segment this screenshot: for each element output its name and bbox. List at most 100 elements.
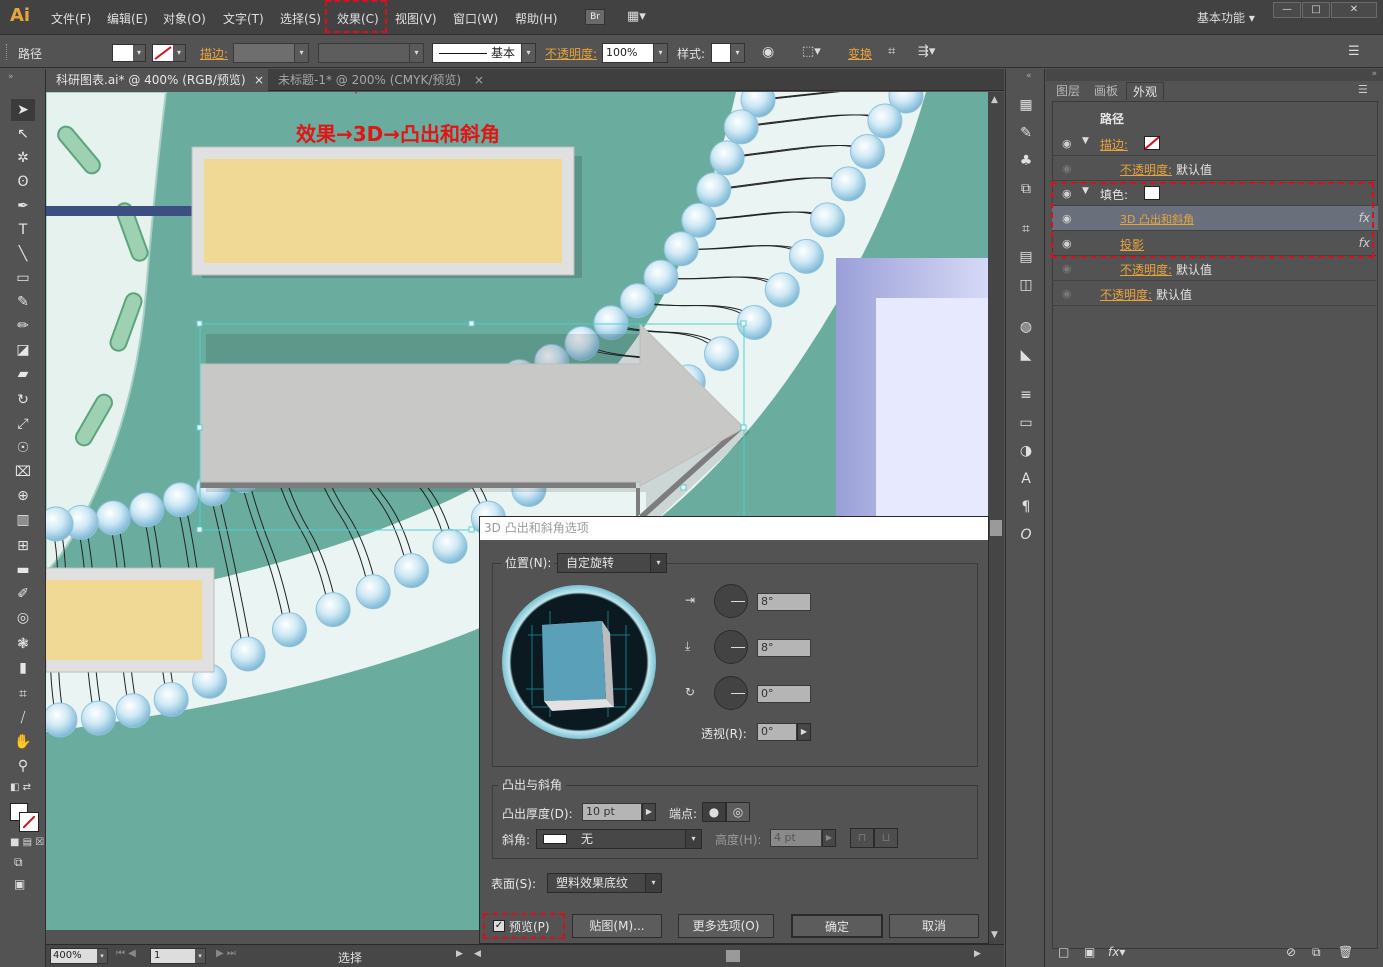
color-guide-icon[interactable]: ◍ <box>1016 317 1036 337</box>
perspective-grid-tool-icon[interactable]: ▥ <box>11 509 35 531</box>
perspective-slider-arrow[interactable]: ▶ <box>797 723 811 741</box>
eraser-tool-icon[interactable]: ▰ <box>11 363 35 385</box>
first-page-icon[interactable]: ⏮ ◀ <box>116 948 136 959</box>
tab-appearance[interactable]: 外观 <box>1126 82 1165 100</box>
rotate-tool-icon[interactable]: ↻ <box>11 389 35 411</box>
bevel-out-button[interactable]: ⊓ <box>850 828 874 848</box>
cancel-button[interactable]: 取消 <box>889 914 979 938</box>
line-tool-icon[interactable]: ╲ <box>11 243 35 265</box>
shape-builder-tool-icon[interactable]: ⊕ <box>11 485 35 507</box>
rotate-z-field[interactable]: 0° <box>757 685 811 703</box>
collapse-arrows-icon[interactable]: » <box>8 72 14 82</box>
variable-width-dropdown[interactable]: ▾ <box>318 43 424 63</box>
disclosure-triangle-icon[interactable]: ▼ <box>1082 136 1089 146</box>
ok-button[interactable]: 确定 <box>791 914 883 938</box>
pencil-tool-icon[interactable]: ✏ <box>11 315 35 337</box>
vertical-scrollbar[interactable]: ▲ ▼ <box>988 92 1004 944</box>
stroke-row-swatch[interactable] <box>1144 136 1160 150</box>
tab-document-1[interactable]: 科研图表.ai* @ 400% (RGB/预览) × <box>46 69 268 91</box>
collapse-arrows-icon[interactable]: « <box>1026 71 1032 81</box>
envelope-icon[interactable]: ⇶▾ <box>918 44 935 59</box>
slice-tool-icon[interactable]: ⧸ <box>11 707 35 729</box>
rotate-x-dial[interactable] <box>714 584 748 618</box>
extrude-depth-field[interactable]: 10 pt <box>582 803 642 821</box>
type-tool-icon[interactable]: T <box>11 219 35 241</box>
clear-appearance-icon[interactable]: ⊘ <box>1286 945 1296 959</box>
transform-label[interactable]: 变换 <box>848 45 872 62</box>
graphic-style-swatch[interactable]: ▾ <box>711 43 745 63</box>
artboard-tool-icon[interactable]: ⌗ <box>11 683 35 705</box>
character-icon[interactable]: A <box>1016 469 1036 489</box>
gradient-tool-icon[interactable]: ▬ <box>11 559 35 581</box>
expand-arrows-icon[interactable]: » <box>1371 69 1377 79</box>
menu-object[interactable]: 对象(O) <box>163 10 206 27</box>
menu-select[interactable]: 选择(S) <box>280 10 321 27</box>
rotate-x-field[interactable]: 8° <box>757 593 811 611</box>
graphic-styles-icon[interactable]: ⧉ <box>1016 179 1036 199</box>
stroke-opacity-row[interactable]: ◉ 不透明度: 默认值 <box>1052 156 1378 181</box>
bridge-button[interactable]: Br <box>585 9 605 25</box>
color-icon[interactable]: ◣ <box>1016 345 1036 365</box>
rotation-track-cube[interactable] <box>502 585 656 739</box>
close-window-button[interactable]: ✕ <box>1331 2 1377 18</box>
minimize-button[interactable]: — <box>1273 2 1301 18</box>
object-opacity-row[interactable]: ◉ 不透明度: 默认值 <box>1052 281 1378 306</box>
bevel-in-button[interactable]: ⊔ <box>874 828 898 848</box>
column-graph-tool-icon[interactable]: ▮ <box>11 657 35 679</box>
rotate-y-dial[interactable] <box>714 630 748 664</box>
pathfinder-icon[interactable]: ◫ <box>1016 275 1036 295</box>
eyedropper-tool-icon[interactable]: ✐ <box>11 583 35 605</box>
tab-artboards[interactable]: 画板 <box>1088 82 1124 100</box>
menu-window[interactable]: 窗口(W) <box>453 10 498 27</box>
cap-off-button[interactable]: ◎ <box>726 802 750 822</box>
eye-icon[interactable]: ◉ <box>1062 262 1072 275</box>
warp-tool-icon[interactable]: ☉ <box>11 437 35 459</box>
page-field[interactable]: 1 ▾ <box>150 948 206 964</box>
position-dropdown[interactable]: 自定旋转 ▾ <box>557 553 667 573</box>
stroke-panel-icon[interactable]: ≡ <box>1016 385 1036 405</box>
add-stroke-icon[interactable]: □ <box>1058 945 1069 959</box>
rectangle-tool-icon[interactable]: ▭ <box>11 267 35 289</box>
paintbrush-tool-icon[interactable]: ✎ <box>11 291 35 313</box>
lasso-tool-icon[interactable]: ʘ <box>11 171 35 193</box>
swatches-icon[interactable]: ▦ <box>1016 95 1036 115</box>
tab-layers[interactable]: 图层 <box>1050 82 1086 100</box>
status-menu-icon[interactable]: ▶ <box>456 949 463 959</box>
maximize-button[interactable]: □ <box>1302 2 1330 18</box>
stroke-row[interactable]: ◉ ▼ 描边: <box>1052 131 1378 156</box>
symbols-icon[interactable]: ♣ <box>1016 151 1036 171</box>
default-colors-icon[interactable]: ◧ ⇄ <box>10 782 31 793</box>
menu-help[interactable]: 帮助(H) <box>515 10 557 27</box>
menu-view[interactable]: 视图(V) <box>395 10 437 27</box>
blend-tool-icon[interactable]: ◎ <box>11 607 35 629</box>
zoom-tool-icon[interactable]: ⚲ <box>11 755 35 777</box>
eye-icon[interactable]: ◉ <box>1062 162 1072 175</box>
scroll-thumb[interactable] <box>990 520 1002 536</box>
more-options-button[interactable]: 更多选项(O) <box>678 914 774 938</box>
scroll-down-icon[interactable]: ▼ <box>991 930 998 940</box>
menu-edit[interactable]: 编辑(E) <box>107 10 148 27</box>
eye-icon[interactable]: ◉ <box>1062 137 1072 150</box>
mesh-tool-icon[interactable]: ⊞ <box>11 535 35 557</box>
align-panel-icon[interactable]: ▤ <box>1016 247 1036 267</box>
menu-file[interactable]: 文件(F) <box>51 10 91 27</box>
horizontal-scroll-thumb[interactable] <box>726 950 740 962</box>
add-effect-icon[interactable]: fx▾ <box>1108 945 1125 959</box>
brushes-icon[interactable]: ✎ <box>1016 123 1036 143</box>
tab-document-2[interactable]: 未标题-1* @ 200% (CMYK/预览) × <box>268 69 490 91</box>
stroke-swatch[interactable]: ▾ <box>152 44 186 62</box>
eye-icon[interactable]: ◉ <box>1062 287 1072 300</box>
panel-menu-icon[interactable]: ☰ <box>1358 83 1368 96</box>
hand-tool-icon[interactable]: ✋ <box>11 731 35 753</box>
scroll-left-icon[interactable]: ◀ <box>474 949 481 959</box>
opentype-icon[interactable]: O <box>1016 525 1036 545</box>
perspective-field[interactable]: 0° <box>757 723 797 741</box>
transparency-icon[interactable]: ◑ <box>1016 441 1036 461</box>
object-opacity-label[interactable]: 不透明度: <box>1100 286 1152 303</box>
stroke-color-box[interactable] <box>19 812 39 832</box>
screen-mode-icon[interactable]: ▣ <box>14 877 25 891</box>
bevel-height-field[interactable]: 4 pt <box>770 829 822 847</box>
selection-tool-icon[interactable]: ➤ <box>11 99 35 121</box>
symbol-sprayer-tool-icon[interactable]: ❃ <box>11 633 35 655</box>
opacity-label[interactable]: 不透明度: <box>545 45 597 62</box>
